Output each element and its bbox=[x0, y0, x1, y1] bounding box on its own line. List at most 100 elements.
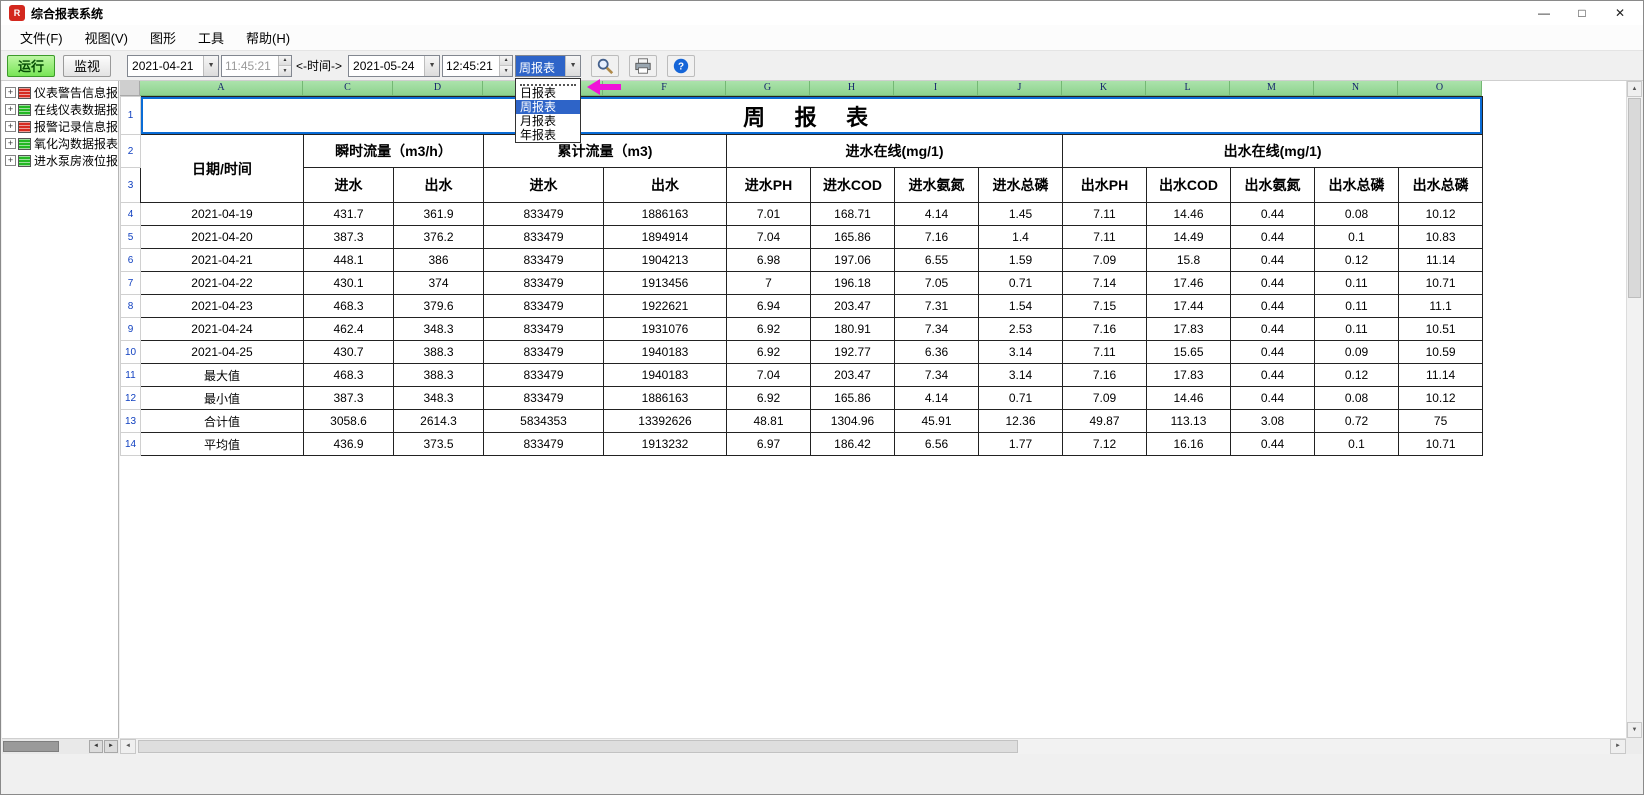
table-cell[interactable]: 14.49 bbox=[1147, 226, 1231, 249]
table-cell[interactable]: 3058.6 bbox=[304, 410, 394, 433]
table-cell[interactable]: 最大值 bbox=[141, 364, 304, 387]
table-cell[interactable]: 192.77 bbox=[811, 341, 895, 364]
table-cell[interactable]: 7.11 bbox=[1063, 341, 1147, 364]
dropdown-option[interactable]: 周报表 bbox=[516, 100, 580, 114]
table-cell[interactable]: 431.7 bbox=[304, 203, 394, 226]
table-cell[interactable]: 7.09 bbox=[1063, 387, 1147, 410]
menu-item[interactable]: 工具 bbox=[187, 25, 235, 50]
start-date-combo[interactable]: 2021-04-21 ▼ bbox=[127, 55, 219, 77]
table-cell[interactable]: 1904213 bbox=[604, 249, 727, 272]
table-cell[interactable]: 388.3 bbox=[394, 364, 484, 387]
table-cell[interactable]: 49.87 bbox=[1063, 410, 1147, 433]
scroll-left-icon[interactable]: ◄ bbox=[89, 740, 103, 753]
column-header[interactable]: H bbox=[810, 81, 894, 96]
table-cell[interactable]: 833479 bbox=[484, 249, 604, 272]
table-cell[interactable]: 113.13 bbox=[1147, 410, 1231, 433]
table-cell[interactable]: 6.97 bbox=[727, 433, 811, 456]
table-cell[interactable]: 2021-04-23 bbox=[141, 295, 304, 318]
table-cell[interactable]: 1940183 bbox=[604, 364, 727, 387]
table-cell[interactable]: 6.92 bbox=[727, 318, 811, 341]
table-cell[interactable]: 0.12 bbox=[1315, 364, 1399, 387]
expand-plus-icon[interactable]: + bbox=[5, 121, 16, 132]
scrollbar-thumb[interactable] bbox=[3, 741, 59, 752]
table-cell[interactable]: 7.11 bbox=[1063, 226, 1147, 249]
table-cell[interactable]: 448.1 bbox=[304, 249, 394, 272]
table-cell[interactable]: 0.44 bbox=[1231, 203, 1315, 226]
column-header[interactable]: G bbox=[726, 81, 810, 96]
table-cell[interactable]: 0.44 bbox=[1231, 226, 1315, 249]
scroll-up-icon[interactable]: ▲ bbox=[1627, 81, 1642, 97]
table-cell[interactable]: 361.9 bbox=[394, 203, 484, 226]
table-cell[interactable]: 833479 bbox=[484, 387, 604, 410]
table-cell[interactable]: 16.16 bbox=[1147, 433, 1231, 456]
monitor-button[interactable]: 监视 bbox=[63, 55, 111, 77]
table-cell[interactable]: 14.46 bbox=[1147, 203, 1231, 226]
table-cell[interactable]: 7.12 bbox=[1063, 433, 1147, 456]
table-cell[interactable]: 10.71 bbox=[1399, 272, 1483, 295]
table-cell[interactable]: 165.86 bbox=[811, 226, 895, 249]
table-cell[interactable]: 387.3 bbox=[304, 387, 394, 410]
table-cell[interactable]: 1913456 bbox=[604, 272, 727, 295]
sidebar-scrollbar[interactable]: ◄ ► bbox=[2, 738, 119, 754]
tree-item[interactable]: +进水泵房液位报 bbox=[2, 152, 118, 169]
table-cell[interactable]: 17.83 bbox=[1147, 364, 1231, 387]
header-inlet-online[interactable]: 进水在线(mg/1) bbox=[727, 135, 1063, 168]
dropdown-option[interactable]: 日报表 bbox=[516, 86, 580, 100]
table-cell[interactable]: 0.44 bbox=[1231, 295, 1315, 318]
table-cell[interactable]: 0.44 bbox=[1231, 433, 1315, 456]
sub-header[interactable]: 出水总磷 bbox=[1399, 168, 1483, 203]
sub-header[interactable]: 出水PH bbox=[1063, 168, 1147, 203]
report-title[interactable]: 周 报 表 bbox=[141, 97, 1483, 135]
expand-plus-icon[interactable]: + bbox=[5, 138, 16, 149]
column-header[interactable]: K bbox=[1062, 81, 1146, 96]
table-cell[interactable]: 348.3 bbox=[394, 318, 484, 341]
table-cell[interactable]: 6.92 bbox=[727, 387, 811, 410]
scroll-left-icon[interactable]: ◄ bbox=[120, 739, 136, 754]
table-cell[interactable]: 2.53 bbox=[979, 318, 1063, 341]
table-cell[interactable]: 7.15 bbox=[1063, 295, 1147, 318]
table-cell[interactable]: 180.91 bbox=[811, 318, 895, 341]
table-cell[interactable]: 0.44 bbox=[1231, 341, 1315, 364]
sub-header[interactable]: 进水 bbox=[484, 168, 604, 203]
table-cell[interactable]: 165.86 bbox=[811, 387, 895, 410]
scrollbar-thumb[interactable] bbox=[1628, 98, 1641, 298]
spin-up-icon[interactable]: ▲ bbox=[500, 56, 512, 67]
table-cell[interactable]: 833479 bbox=[484, 341, 604, 364]
table-cell[interactable]: 2021-04-20 bbox=[141, 226, 304, 249]
table-cell[interactable]: 1931076 bbox=[604, 318, 727, 341]
spin-up-icon[interactable]: ▲ bbox=[279, 56, 291, 67]
table-cell[interactable]: 0.11 bbox=[1315, 272, 1399, 295]
scroll-right-icon[interactable]: ► bbox=[1610, 739, 1626, 754]
table-cell[interactable]: 10.51 bbox=[1399, 318, 1483, 341]
sub-header[interactable]: 出水COD bbox=[1147, 168, 1231, 203]
table-cell[interactable]: 75 bbox=[1399, 410, 1483, 433]
minimize-button[interactable]: — bbox=[1525, 1, 1563, 25]
column-header[interactable]: L bbox=[1146, 81, 1230, 96]
table-cell[interactable]: 833479 bbox=[484, 364, 604, 387]
sub-header[interactable]: 进水PH bbox=[727, 168, 811, 203]
chevron-down-icon[interactable]: ▼ bbox=[424, 56, 439, 76]
table-cell[interactable]: 833479 bbox=[484, 318, 604, 341]
table-cell[interactable]: 7.04 bbox=[727, 364, 811, 387]
table-cell[interactable]: 0.09 bbox=[1315, 341, 1399, 364]
table-cell[interactable]: 1922621 bbox=[604, 295, 727, 318]
chevron-down-icon[interactable]: ▼ bbox=[565, 56, 580, 76]
horizontal-scrollbar[interactable]: ◄ ► bbox=[120, 738, 1626, 754]
table-cell[interactable]: 348.3 bbox=[394, 387, 484, 410]
table-cell[interactable]: 833479 bbox=[484, 226, 604, 249]
dropdown-option[interactable]: 年报表 bbox=[516, 128, 580, 142]
header-instant-flow[interactable]: 瞬时流量（m3/h） bbox=[304, 135, 484, 168]
column-header[interactable]: I bbox=[894, 81, 978, 96]
end-time-spinner[interactable]: 12:45:21 ▲ ▼ bbox=[442, 55, 513, 77]
table-cell[interactable]: 3.14 bbox=[979, 364, 1063, 387]
column-header[interactable]: N bbox=[1314, 81, 1398, 96]
menu-item[interactable]: 视图(V) bbox=[74, 25, 139, 50]
table-cell[interactable]: 3.14 bbox=[979, 341, 1063, 364]
table-cell[interactable]: 10.71 bbox=[1399, 433, 1483, 456]
table-cell[interactable]: 1894914 bbox=[604, 226, 727, 249]
header-date-time[interactable]: 日期/时间 bbox=[141, 135, 304, 203]
table-cell[interactable]: 6.94 bbox=[727, 295, 811, 318]
table-cell[interactable]: 最小值 bbox=[141, 387, 304, 410]
column-header[interactable]: C bbox=[303, 81, 393, 96]
sub-header[interactable]: 出水 bbox=[394, 168, 484, 203]
